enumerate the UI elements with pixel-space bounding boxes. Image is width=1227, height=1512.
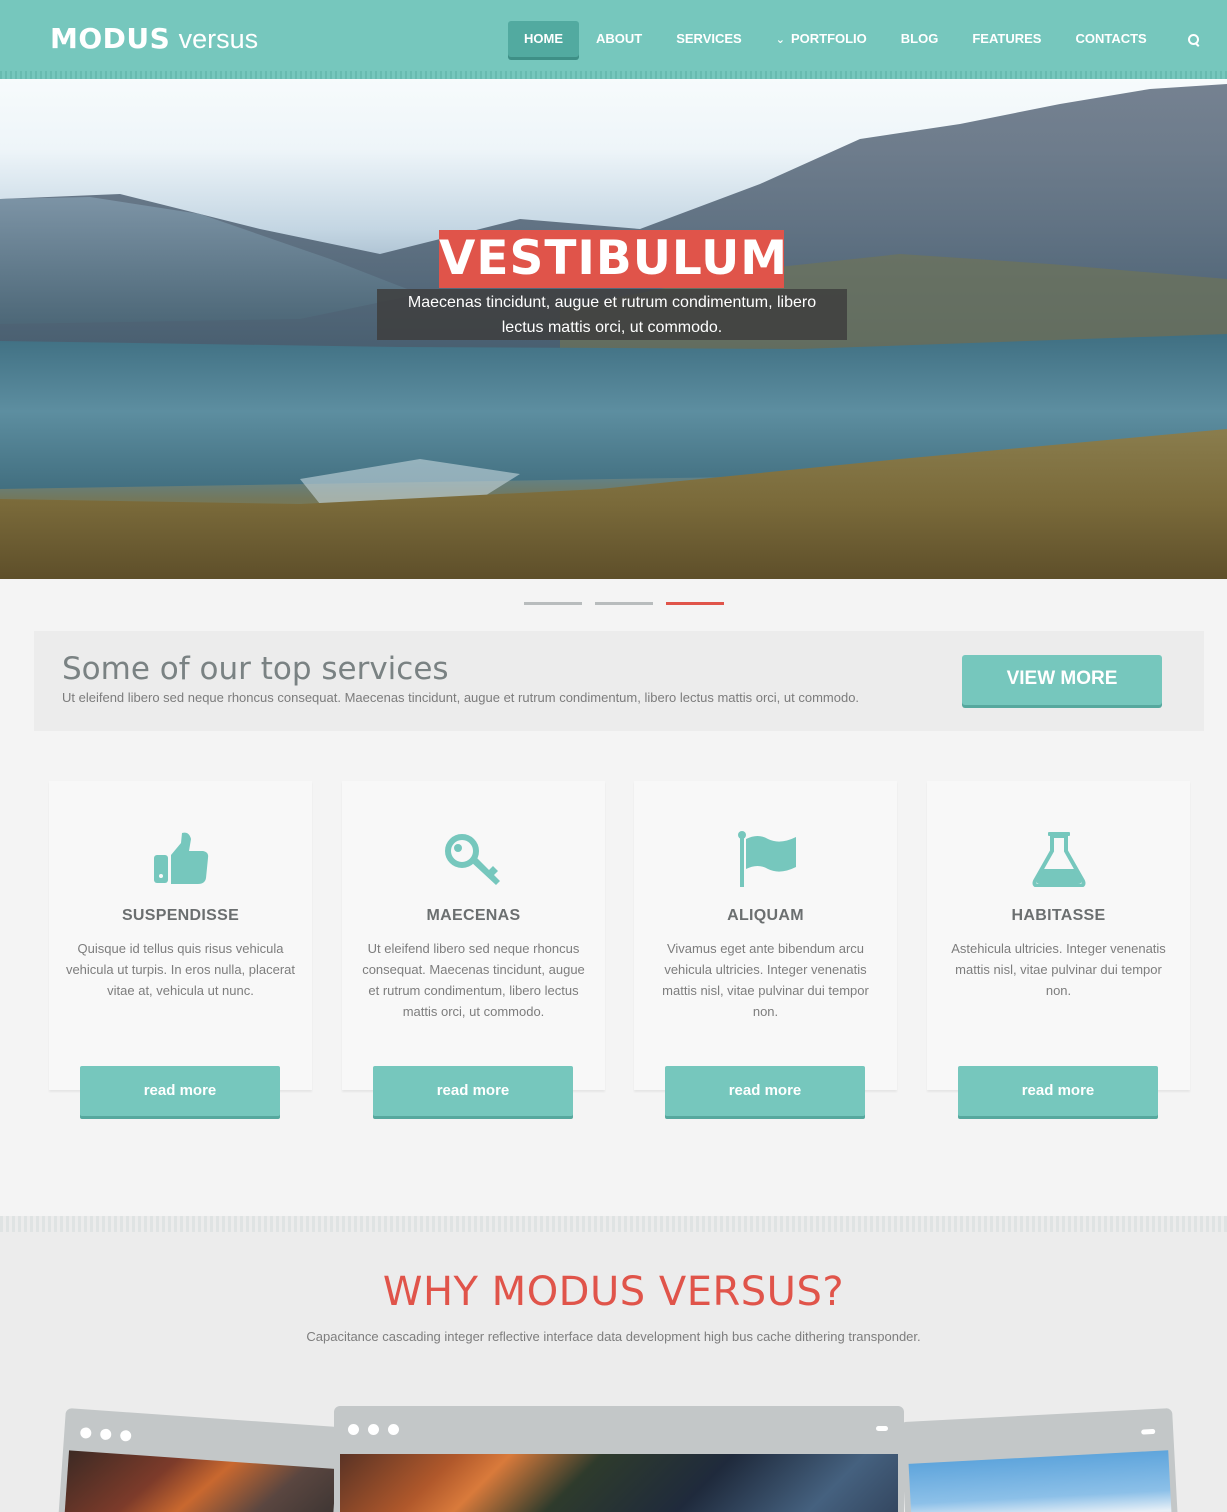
read-more-button[interactable]: read more (665, 1066, 865, 1116)
why-title: WHY MODUS VERSUS? (382, 1269, 845, 1315)
hero-slider: VESTIBULUM Maecenas tincidunt, augue et … (0, 79, 1227, 579)
nav-home[interactable]: HOME (508, 21, 579, 57)
read-more-button[interactable]: read more (958, 1066, 1158, 1116)
window-dot (79, 1427, 92, 1439)
flag-icon (737, 831, 796, 887)
service-card-maecenas: MAECENAS Ut eleifend libero sed neque rh… (342, 781, 605, 1116)
card-text: Astehicula ultricies. Integer venenatis … (951, 941, 1166, 998)
window-handle (1141, 1428, 1156, 1435)
view-more-button[interactable]: VIEW MORE (962, 655, 1162, 705)
services-banner: Some of our top services Ut eleifend lib… (34, 631, 1204, 731)
main-nav: HOME ABOUT SERVICES ⌄ PORTFOLIO BLOG FEAT… (508, 21, 1218, 57)
card-title: SUSPENDISSE (121, 907, 240, 924)
card-text: Quisque id tellus quis risus vehicula ve… (65, 941, 296, 998)
slider-dot-3[interactable] (666, 602, 724, 605)
nav-contacts[interactable]: CONTACTS (1058, 21, 1163, 57)
card-title: ALIQUAM (727, 907, 804, 924)
browser-mockup-center (334, 1406, 904, 1512)
window-dot (388, 1424, 399, 1435)
why-section: WHY MODUS VERSUS? Capacitance cascading … (0, 1216, 1227, 1512)
screenshot-image-right (908, 1450, 1174, 1512)
slider-pagination (524, 602, 724, 605)
services-text: Ut eleifend libero sed neque rhoncus con… (62, 690, 860, 705)
browser-mockup-right (900, 1408, 1180, 1512)
nav-portfolio-label: PORTFOLIO (790, 31, 867, 46)
flask-icon (1032, 832, 1085, 887)
window-dot (348, 1424, 359, 1435)
logo[interactable]: MODUS versus (50, 22, 258, 56)
card-text: Vivamus eget ante bibendum arcu vehicula… (662, 941, 869, 1019)
nav-services[interactable]: SERVICES (659, 21, 759, 57)
service-card-aliquam: ALIQUAM Vivamus eget ante bibendum arcu … (634, 781, 897, 1116)
slider-dot-1[interactable] (524, 602, 582, 605)
services-title: Some of our top services (62, 651, 449, 687)
screenshot-image-left (62, 1450, 337, 1512)
browser-mockup-left (56, 1408, 346, 1512)
window-handle (876, 1426, 888, 1431)
screenshot-image-center (340, 1454, 898, 1512)
why-subtitle: Capacitance cascading integer reflective… (306, 1329, 921, 1344)
read-more-button[interactable]: read more (80, 1066, 280, 1116)
nav-blog[interactable]: BLOG (884, 21, 956, 57)
key-icon (444, 834, 500, 885)
chevron-down-icon: ⌄ (775, 34, 785, 46)
nav-portfolio[interactable]: ⌄ PORTFOLIO (759, 21, 884, 57)
search-button[interactable] (1164, 21, 1218, 57)
hero-caption-line-2: lectus mattis orci, ut commodo. (501, 319, 723, 336)
card-title: HABITASSE (1011, 907, 1106, 924)
window-dot (99, 1428, 112, 1441)
read-more-button[interactable]: read more (373, 1066, 573, 1116)
card-text: Ut eleifend libero sed neque rhoncus con… (362, 941, 585, 1019)
card-title: MAECENAS (426, 907, 521, 924)
logo-bold: MODUS (50, 22, 171, 55)
hero-caption: Maecenas tincidunt, augue et rutrum cond… (377, 289, 847, 340)
thumbs-up-icon (153, 832, 208, 884)
service-card-habitasse: HABITASSE Astehicula ultricies. Integer … (927, 781, 1190, 1116)
nav-about[interactable]: ABOUT (579, 21, 659, 57)
hero-caption-line-1: Maecenas tincidunt, augue et rutrum cond… (407, 294, 817, 311)
logo-light: versus (178, 24, 259, 54)
nav-features[interactable]: FEATURES (955, 21, 1058, 57)
window-dot (368, 1424, 379, 1435)
window-dot (119, 1429, 132, 1442)
hero-title: VESTIBULUM (439, 230, 789, 288)
site-header: MODUS versus HOME ABOUT SERVICES ⌄ PORTFO… (0, 0, 1227, 79)
slider-dot-2[interactable] (595, 602, 653, 605)
service-card-suspendisse: SUSPENDISSE Quisque id tellus quis risus… (49, 781, 312, 1116)
search-icon (1187, 33, 1201, 47)
